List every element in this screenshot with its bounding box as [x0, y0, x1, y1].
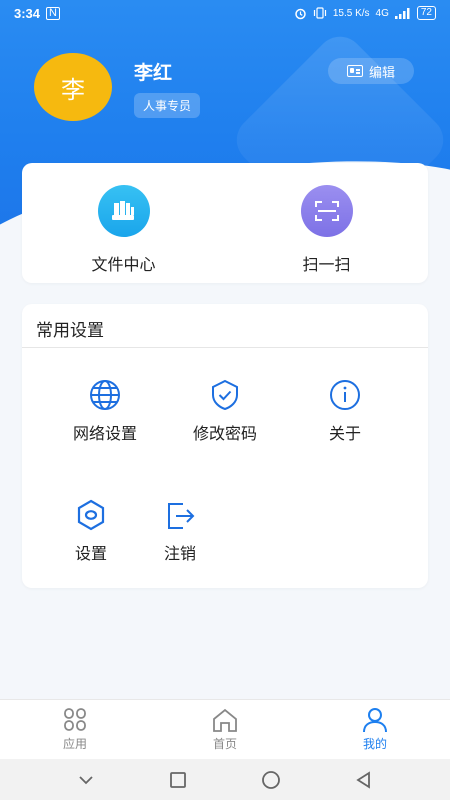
role-badge: 人事专员 — [134, 93, 201, 118]
network-settings-label: 网络设置 — [72, 426, 137, 443]
edit-profile-button[interactable]: 编辑 — [328, 58, 414, 84]
logout-button[interactable]: 注销 — [125, 498, 235, 564]
apps-icon — [64, 708, 86, 731]
edit-label: 编辑 — [368, 64, 395, 80]
settings-section-title: 常用设置 — [22, 304, 428, 348]
globe-icon — [90, 380, 120, 410]
home-icon — [213, 708, 237, 732]
change-password-button[interactable]: 修改密码 — [170, 378, 280, 444]
network-settings-button[interactable]: 网络设置 — [50, 378, 160, 444]
tab-apps-label: 应用 — [62, 737, 87, 751]
status-bar: 3:34 N 15.5 K/s 4G 72 — [0, 0, 450, 26]
quick-actions-card: 文件中心 扫一扫 — [22, 163, 428, 283]
network-speed: 15.5 K/s — [332, 7, 370, 19]
logout-label: 注销 — [163, 546, 196, 563]
avatar[interactable]: 李 — [34, 53, 112, 121]
hexagon-icon — [77, 499, 105, 531]
user-icon — [363, 708, 387, 733]
about-button[interactable]: 关于 — [290, 378, 400, 444]
user-name: 李红 — [134, 63, 173, 84]
battery-icon: 72 — [416, 6, 436, 20]
info-icon — [330, 380, 360, 410]
tab-apps[interactable]: 应用 — [0, 700, 150, 759]
signal-icon — [394, 7, 410, 19]
settings-label: 设置 — [74, 546, 107, 563]
scan-button[interactable]: 扫一扫 — [225, 163, 428, 283]
tab-home[interactable]: 首页 — [150, 700, 300, 759]
chevron-down-icon[interactable] — [76, 773, 96, 787]
bottom-tab-bar: 应用 首页 我的 — [0, 699, 450, 759]
shield-check-icon — [212, 379, 238, 411]
back-icon[interactable] — [354, 770, 374, 790]
folder-icon — [97, 185, 150, 237]
file-center-label: 文件中心 — [91, 257, 156, 274]
change-password-label: 修改密码 — [192, 426, 257, 443]
status-time: 3:34 — [14, 5, 41, 21]
nfc-icon: N — [46, 6, 60, 20]
tab-mine[interactable]: 我的 — [300, 700, 450, 759]
id-card-icon — [346, 65, 363, 77]
system-navigation-bar — [0, 759, 450, 800]
recent-apps-icon[interactable] — [168, 770, 188, 790]
tab-home-label: 首页 — [212, 737, 237, 751]
home-circle-icon[interactable] — [260, 769, 282, 791]
file-center-button[interactable]: 文件中心 — [22, 163, 225, 283]
scan-label: 扫一扫 — [302, 257, 351, 274]
scan-icon — [300, 185, 353, 237]
logout-icon — [168, 503, 195, 529]
network-type: 4G — [375, 7, 389, 19]
about-label: 关于 — [328, 426, 361, 443]
tab-mine-label: 我的 — [362, 737, 387, 751]
alarm-icon — [295, 8, 306, 19]
common-settings-card: 常用设置 网络设置 修改密码 关于 设置 注销 — [22, 304, 428, 588]
vibrate-icon — [313, 7, 326, 19]
